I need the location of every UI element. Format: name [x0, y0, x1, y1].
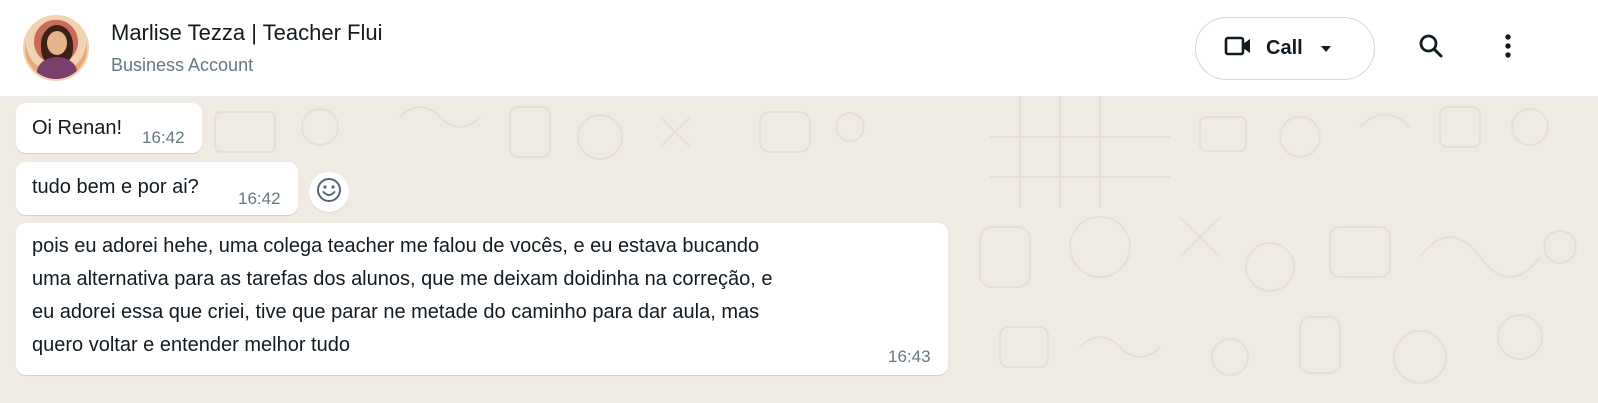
video-camera-icon — [1224, 36, 1252, 61]
message-bubble[interactable]: Oi Renan! 16:42 — [16, 103, 202, 153]
contact-name[interactable]: Marlise Tezza | Teacher Flui — [111, 20, 382, 46]
contact-subtitle: Business Account — [111, 55, 254, 75]
avatar-body — [37, 57, 77, 79]
search-icon — [1418, 33, 1444, 64]
search-button[interactable] — [1413, 30, 1449, 66]
message-text-line: eu adorei essa que criei, tive que parar… — [32, 301, 760, 323]
message-bubble[interactable]: pois eu adorei hehe, uma colega teacher … — [16, 223, 948, 375]
chevron-down-icon — [1320, 45, 1331, 52]
message-timestamp: 16:42 — [238, 189, 281, 208]
message-text: tudo bem e por ai? — [32, 176, 199, 198]
message-text-line: quero voltar e entender melhor tudo — [32, 334, 350, 356]
kebab-menu-icon — [1504, 33, 1512, 64]
message-text: Oi Renan! — [32, 117, 123, 139]
avatar-face — [47, 31, 67, 55]
menu-button[interactable] — [1490, 30, 1526, 66]
message-text-line: uma alternativa para as tarefas dos alun… — [32, 268, 773, 290]
message-bubble[interactable]: tudo bem e por ai? 16:42 — [16, 162, 298, 215]
message-timestamp: 16:43 — [888, 347, 931, 366]
message-text-line: pois eu adorei hehe, uma colega teacher … — [32, 235, 760, 257]
react-button[interactable] — [309, 172, 349, 212]
chat-header: Marlise Tezza | Teacher Flui Business Ac… — [0, 0, 1598, 97]
emoji-smile-icon — [315, 176, 343, 209]
message-timestamp: 16:42 — [142, 128, 185, 147]
contact-avatar[interactable] — [23, 15, 89, 81]
call-button[interactable]: Call — [1195, 17, 1375, 80]
chat-area[interactable]: Oi Renan! 16:42 tudo bem e por ai? 16:42… — [0, 97, 1598, 403]
call-button-label: Call — [1266, 37, 1303, 59]
